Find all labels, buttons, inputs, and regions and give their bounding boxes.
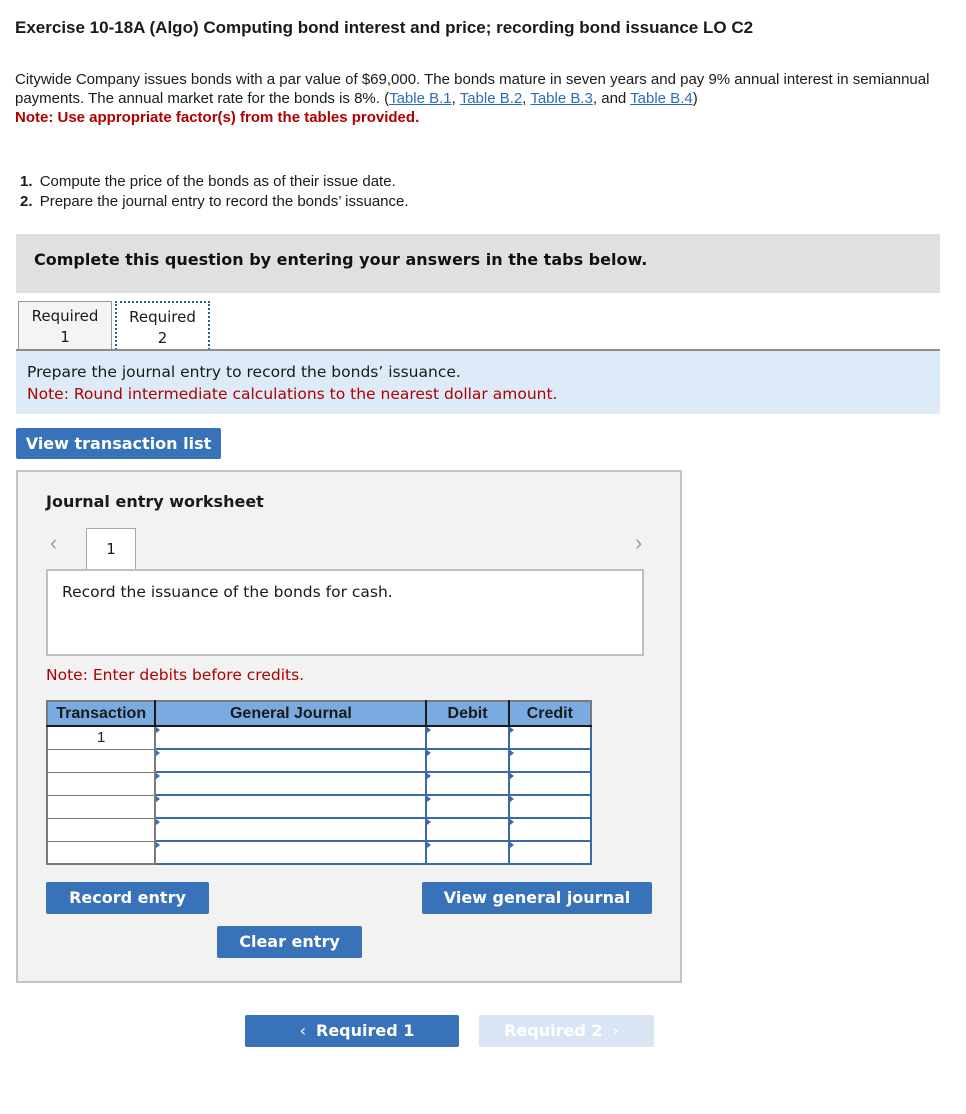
view-transaction-list-button[interactable]: View transaction list [16,428,221,459]
column-header-transaction: Transaction [47,701,157,727]
requirement-text: Compute the price of the bonds as of the… [39,173,396,190]
table-row [46,840,593,865]
column-header-debit: Debit [425,701,510,727]
account-input[interactable] [154,771,428,796]
requirement-number: 2. [20,193,33,210]
transaction-cell [46,748,157,773]
table-row [46,771,593,796]
debit-input[interactable] [425,748,510,773]
instructions-banner: Complete this question by entering your … [16,234,940,293]
record-entry-button[interactable]: Record entry [46,882,209,914]
worksheet-page-tab[interactable]: 1 [86,528,136,571]
debit-input[interactable] [425,817,510,842]
chevron-left-icon: ‹ [299,1021,306,1040]
transaction-cell [46,840,157,865]
requirement-item: 1. Compute the price of the bonds as of … [20,172,409,192]
account-input[interactable] [154,840,428,865]
tab-label: Required [31,307,99,325]
debit-input[interactable] [425,794,510,819]
tab-number: 1 [60,328,70,346]
table-header-row: Transaction General Journal Debit Credit [47,701,591,727]
requirement-item: 2. Prepare the journal entry to record t… [20,192,409,212]
tab-number: 2 [157,329,168,347]
transaction-cell [46,771,157,796]
chevron-left-icon[interactable]: ‹ [50,530,57,556]
debits-note: Note: Enter debits before credits. [46,666,305,684]
table-row [46,748,593,773]
close-paren: ) [692,90,698,107]
journal-table: Transaction General Journal Debit Credit… [46,700,593,865]
account-input[interactable] [154,794,428,819]
instruction-text: Prepare the journal entry to record the … [27,363,461,381]
debit-input[interactable] [425,771,510,796]
link-table-b4[interactable]: Table B.4 [630,90,693,107]
credit-input[interactable] [507,840,593,865]
tab-label: Required [129,308,196,326]
credit-input[interactable] [507,748,593,773]
column-header-general-journal: General Journal [154,701,428,727]
rounding-note: Note: Round intermediate calculations to… [27,385,558,403]
debit-input[interactable] [425,840,510,865]
chevron-right-icon: › [612,1021,619,1040]
tab-required-1[interactable]: Required 1 [18,301,112,350]
tab-required-2[interactable]: Required 2 [115,301,210,350]
link-table-b1[interactable]: Table B.1 [389,90,452,107]
credit-input[interactable] [507,725,593,750]
account-input[interactable] [154,725,428,750]
column-header-credit: Credit [507,701,591,727]
requirement-text: Prepare the journal entry to record the … [39,193,409,210]
exercise-title: Exercise 10-18A (Algo) Computing bond in… [15,18,754,37]
tab-instructions: Prepare the journal entry to record the … [16,351,940,414]
table-row [46,794,593,819]
prev-required-1-button[interactable]: ‹ Required 1 [245,1015,459,1047]
transaction-cell: 1 [46,725,157,750]
requirements-list: 1. Compute the price of the bonds as of … [20,172,409,212]
credit-input[interactable] [507,771,593,796]
debit-input[interactable] [425,725,510,750]
table-row: 1 [46,725,593,750]
next-required-2-button: Required 2 › [479,1015,654,1047]
banner-text: Complete this question by entering your … [34,250,648,269]
credit-input[interactable] [507,817,593,842]
button-label: Required 1 [316,1021,415,1040]
separator: , and [592,90,631,107]
problem-statement: Citywide Company issues bonds with a par… [15,70,950,127]
transaction-cell [46,817,157,842]
chevron-right-icon[interactable]: › [635,530,642,556]
link-table-b2[interactable]: Table B.2 [460,90,523,107]
factor-note: Note: Use appropriate factor(s) from the… [15,109,420,126]
transaction-cell [46,794,157,819]
credit-input[interactable] [507,794,593,819]
account-input[interactable] [154,817,428,842]
button-label: Required 2 [504,1021,603,1040]
clear-entry-button[interactable]: Clear entry [217,926,362,958]
separator: , [451,90,460,107]
table-row [46,817,593,842]
requirement-number: 1. [20,173,33,190]
link-table-b3[interactable]: Table B.3 [530,90,593,107]
view-general-journal-button[interactable]: View general journal [422,882,652,914]
transaction-description: Record the issuance of the bonds for cas… [46,569,644,656]
worksheet-title: Journal entry worksheet [46,492,264,511]
account-input[interactable] [154,748,428,773]
